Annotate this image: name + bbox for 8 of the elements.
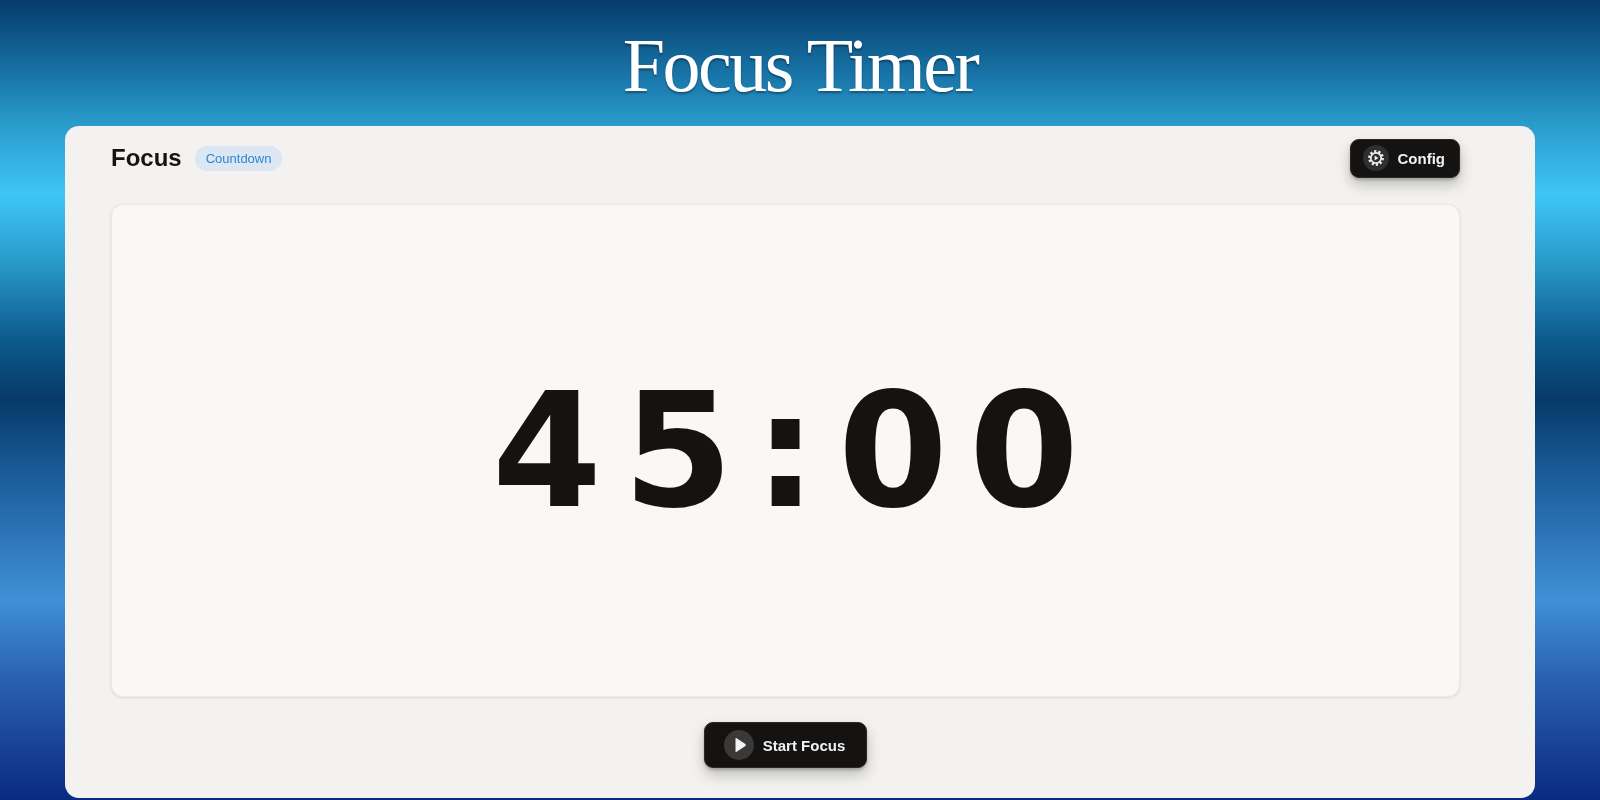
start-button[interactable]: Start Focus [703,722,868,768]
mode-title: Focus [111,144,182,172]
config-button[interactable]: Config [1349,138,1460,178]
play-icon [723,730,754,760]
mode-badge: Countdown [194,145,283,171]
timer-display: 45:00 [491,371,1100,530]
gear-icon [1362,145,1389,171]
page-title: Focus Timer [622,21,978,109]
